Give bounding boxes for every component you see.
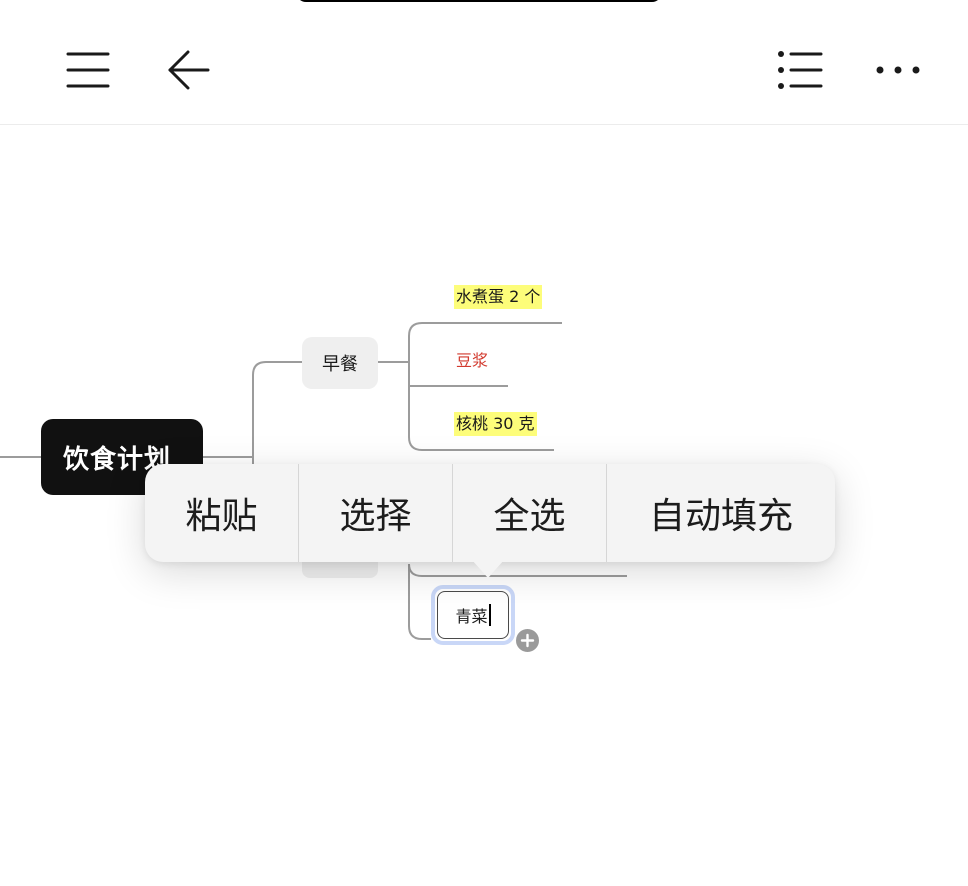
branch-node-label: 早餐: [322, 354, 358, 375]
mindmap-canvas[interactable]: 饮食计划 早餐 水煮蛋 2 个 豆浆 核桃 30 克 青菜: [0, 0, 968, 886]
editing-node[interactable]: 青菜: [431, 585, 515, 645]
branch-node-breakfast[interactable]: 早餐: [302, 337, 378, 389]
select-all-menu-item[interactable]: 全选: [453, 464, 607, 562]
leaf-node-label: 豆浆: [456, 351, 489, 370]
leaf-node[interactable]: 核桃 30 克: [454, 412, 537, 436]
leaf-node-label: 水煮蛋 2 个: [456, 287, 541, 306]
leaf-node[interactable]: 豆浆: [454, 349, 490, 373]
paste-menu-item[interactable]: 粘贴: [145, 464, 299, 562]
node-text-editor[interactable]: 青菜: [437, 591, 509, 639]
context-menu: 粘贴 选择 全选 自动填充: [145, 464, 835, 562]
plus-circle-icon[interactable]: [514, 627, 541, 654]
editing-node-text: 青菜: [455, 607, 488, 626]
text-caret: [488, 604, 491, 626]
context-menu-pointer: [472, 560, 504, 578]
autofill-menu-item[interactable]: 自动填充: [607, 464, 835, 562]
leaf-node[interactable]: 水煮蛋 2 个: [454, 285, 543, 309]
select-menu-item[interactable]: 选择: [299, 464, 453, 562]
leaf-node-label: 核桃 30 克: [456, 414, 535, 433]
